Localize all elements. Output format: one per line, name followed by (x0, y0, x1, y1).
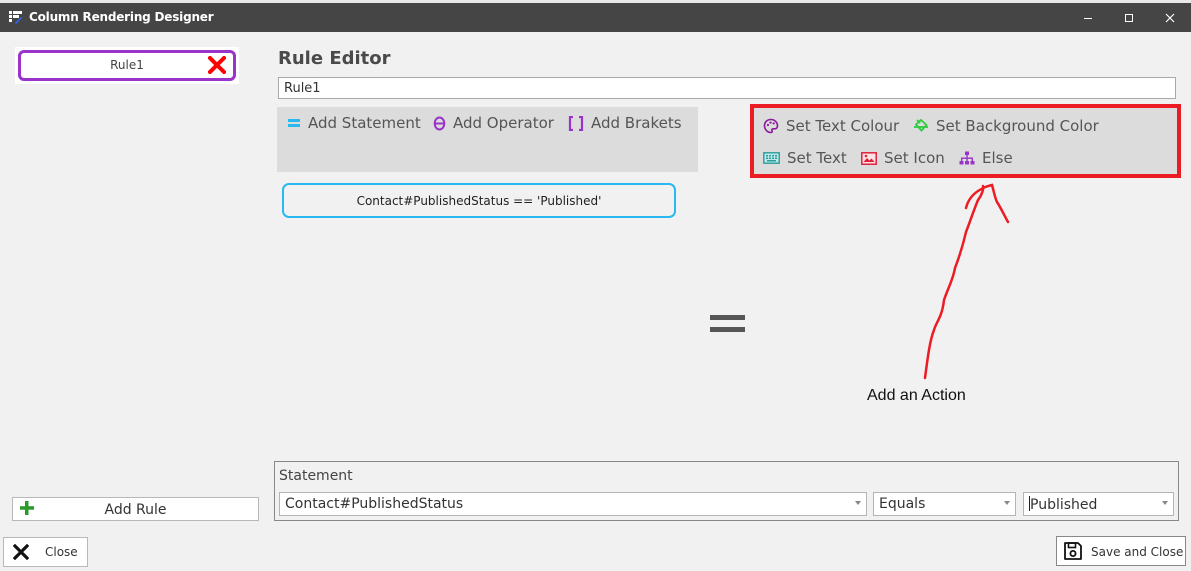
paint-bucket-icon (914, 118, 928, 132)
add-statement-button[interactable]: Add Statement (287, 113, 421, 133)
save-and-close-label: Save and Close (1091, 545, 1184, 559)
keyboard-icon (763, 152, 780, 164)
save-and-close-button[interactable]: Save and Close (1056, 536, 1186, 566)
value-dropdown-value: Published (1030, 497, 1098, 513)
window-title: Column Rendering Designer (29, 10, 214, 24)
rule-list-item[interactable]: Rule1 (15, 47, 239, 84)
equals-bar-bottom (710, 327, 745, 332)
maximize-icon (1125, 13, 1133, 22)
statement-panel: Statement Contact#PublishedStatus Equals… (274, 461, 1179, 521)
set-text-colour-label: Set Text Colour (786, 117, 900, 135)
set-background-color-button[interactable]: Set Background Color (913, 116, 1099, 136)
add-operator-button[interactable]: Add Operator (433, 113, 554, 133)
close-icon (1165, 13, 1175, 22)
chevron-down-icon (855, 501, 861, 505)
image-icon (861, 151, 877, 165)
sitemap-icon (959, 151, 975, 164)
set-text-label: Set Text (787, 149, 847, 167)
else-label: Else (982, 149, 1013, 167)
statement-legend: Statement (279, 468, 353, 484)
set-text-button[interactable]: Set Text (763, 148, 847, 168)
close-window-button[interactable] (1151, 3, 1189, 32)
add-statement-label: Add Statement (308, 114, 421, 132)
add-rule-button[interactable]: Add Rule (12, 497, 259, 521)
set-background-color-label: Set Background Color (936, 117, 1099, 135)
field-dropdown[interactable]: Contact#PublishedStatus (279, 492, 867, 516)
rule-editor-heading: Rule Editor (278, 48, 391, 69)
condition-toolbar: Add Statement Add Operator Add Brakets (277, 107, 698, 172)
annotation-label: Add an Action (867, 387, 966, 404)
maximize-button[interactable] (1110, 3, 1148, 32)
arrow-shaft (923, 184, 985, 380)
equals-bar-top (710, 315, 745, 320)
set-icon-button[interactable]: Set Icon (861, 148, 945, 168)
else-button[interactable]: Else (959, 148, 1013, 168)
minimize-button[interactable] (1069, 3, 1107, 32)
set-icon-label: Set Icon (884, 149, 945, 167)
set-text-colour-button[interactable]: Set Text Colour (763, 116, 899, 136)
rule-item-label: Rule1 (110, 58, 144, 72)
condition-expression: Contact#PublishedStatus == 'Published' (356, 193, 602, 208)
close-button[interactable]: Close (3, 537, 88, 567)
value-dropdown[interactable]: Published (1023, 492, 1174, 516)
close-label: Close (45, 545, 78, 559)
rule-name-input[interactable] (278, 77, 1176, 99)
chevron-down-icon (1162, 501, 1168, 505)
add-brackets-button[interactable]: Add Brakets (568, 113, 682, 133)
theta-icon (433, 116, 446, 130)
add-operator-label: Add Operator (453, 114, 554, 132)
add-rule-label: Add Rule (104, 502, 167, 518)
operator-dropdown-value: Equals (879, 496, 926, 512)
arrow-head (964, 183, 1010, 224)
minimize-icon (1084, 17, 1092, 19)
condition-statement[interactable]: Contact#PublishedStatus == 'Published' (282, 183, 676, 218)
chevron-down-icon (1004, 501, 1010, 505)
title-bar: Column Rendering Designer (0, 3, 1191, 32)
operator-dropdown[interactable]: Equals (873, 492, 1016, 516)
save-icon (1064, 542, 1082, 560)
field-dropdown-value: Contact#PublishedStatus (285, 496, 464, 512)
action-toolbar: Set Text Colour Set Background Color Set… (750, 104, 1181, 178)
close-x-icon (13, 544, 29, 560)
palette-icon (763, 118, 779, 134)
brackets-icon (568, 115, 584, 131)
equals-icon (288, 119, 300, 127)
equals-separator (710, 313, 745, 334)
table-edit-icon (9, 11, 22, 24)
add-brackets-label: Add Brakets (591, 114, 682, 132)
delete-rule-icon[interactable] (208, 56, 226, 74)
